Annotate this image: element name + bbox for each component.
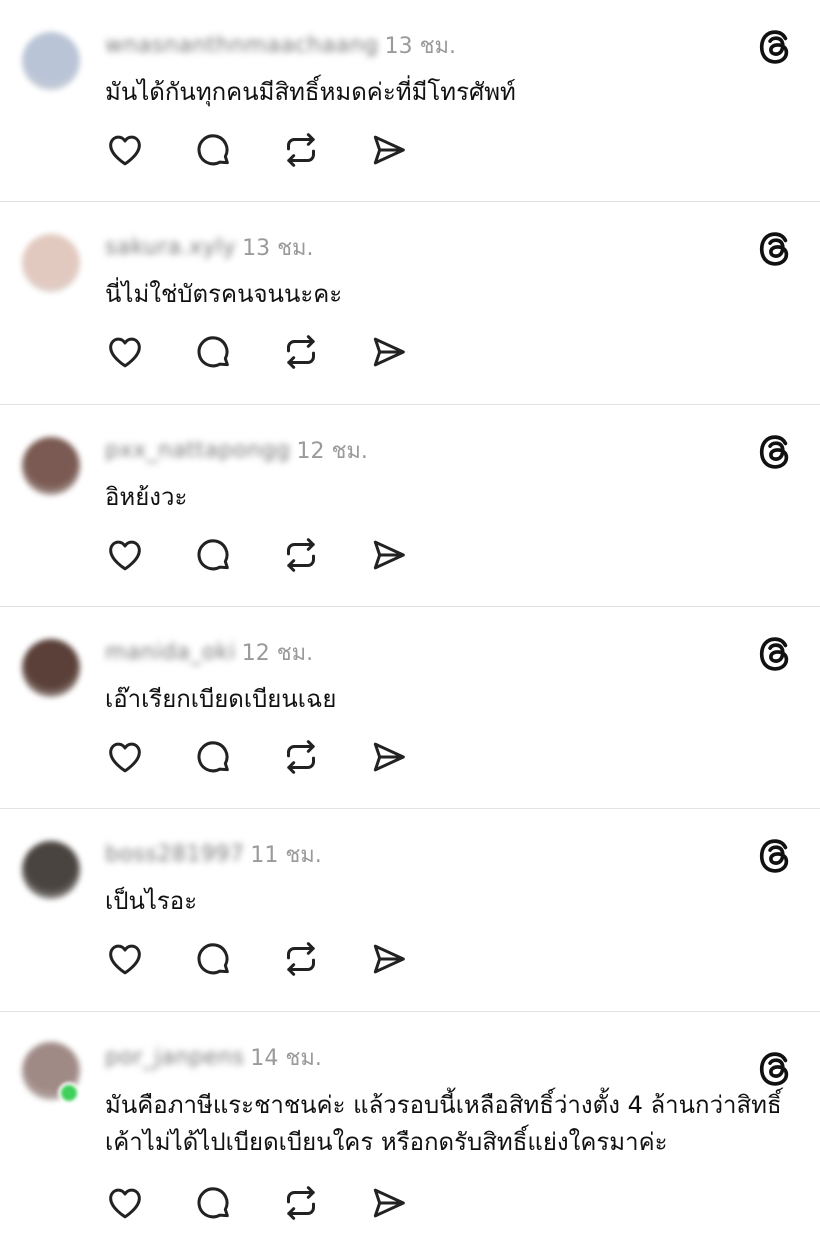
repost-button[interactable] (281, 1183, 321, 1223)
reply-button[interactable] (193, 737, 233, 777)
like-button[interactable] (105, 332, 145, 372)
repost-icon (281, 939, 321, 979)
avatar[interactable] (22, 639, 80, 697)
reply-post: manida_oki 12 ชม. เอ๊าเรียกเบียดเบียนเฉย (0, 607, 820, 809)
threads-icon[interactable] (756, 635, 794, 673)
reply-button[interactable] (193, 130, 233, 170)
heart-icon (105, 737, 145, 777)
reply-post: sakura.xyly 13 ชม. นี่ไม่ใช่บัตรคนจนนะคะ (0, 202, 820, 405)
repost-icon (281, 535, 321, 575)
heart-icon (105, 535, 145, 575)
action-bar (105, 1183, 457, 1223)
reply-text: เป็นไรอะ (105, 887, 198, 915)
send-icon (369, 939, 409, 979)
repost-button[interactable] (281, 737, 321, 777)
reply-post: boss281997 11 ชม. เป็นไรอะ (0, 809, 820, 1012)
heart-icon (105, 130, 145, 170)
comment-bubble-icon (193, 332, 233, 372)
repost-icon (281, 332, 321, 372)
reply-text: เอ๊าเรียกเบียดเบียนเฉย (105, 685, 337, 713)
reply-meta: manida_oki 12 ชม. (105, 637, 313, 667)
threads-icon[interactable] (756, 230, 794, 268)
username[interactable]: manida_oki (105, 640, 236, 665)
reply-post: por_janpens 14 ชม. มันคือภาษีแระชาชนค่ะ แล… (0, 1012, 820, 1238)
timestamp: 13 ชม. (384, 33, 456, 59)
repost-button[interactable] (281, 535, 321, 575)
share-button[interactable] (369, 130, 409, 170)
avatar[interactable] (22, 234, 80, 292)
heart-icon (105, 332, 145, 372)
reply-text: มันคือภาษีแระชาชนค่ะ แล้วรอบนี้เหลือสิทธ… (105, 1091, 782, 1156)
send-icon (369, 737, 409, 777)
like-button[interactable] (105, 535, 145, 575)
timestamp: 14 ชม. (250, 1045, 322, 1071)
replies-feed: wnasnanthnmaachaang 13 ชม. มันได้กันทุกคนม… (0, 0, 820, 1238)
reply-post: pxx_nattapongg 12 ชม. อิหย้งวะ (0, 405, 820, 607)
timestamp: 11 ชม. (250, 842, 322, 868)
reply-button[interactable] (193, 332, 233, 372)
action-bar (105, 737, 457, 777)
like-button[interactable] (105, 1183, 145, 1223)
like-button[interactable] (105, 737, 145, 777)
reply-text: นี่ไม่ใช่บัตรคนจนนะคะ (105, 280, 343, 308)
reply-button[interactable] (193, 535, 233, 575)
repost-button[interactable] (281, 939, 321, 979)
comment-bubble-icon (193, 1183, 233, 1223)
reply-text: อิหย้งวะ (105, 483, 188, 511)
reply-post: wnasnanthnmaachaang 13 ชม. มันได้กันทุกคนม… (0, 0, 820, 202)
send-icon (369, 130, 409, 170)
share-button[interactable] (369, 939, 409, 979)
repost-icon (281, 1183, 321, 1223)
username[interactable]: pxx_nattapongg (105, 438, 290, 463)
timestamp: 12 ชม. (296, 438, 368, 464)
threads-icon[interactable] (756, 837, 794, 875)
avatar[interactable] (22, 437, 80, 495)
reply-text: มันได้กันทุกคนมีสิทธิ์หมดค่ะที่มีโทรศัพท… (105, 78, 516, 106)
heart-icon (105, 1183, 145, 1223)
username[interactable]: boss281997 (105, 842, 244, 867)
heart-icon (105, 939, 145, 979)
action-bar (105, 332, 457, 372)
share-button[interactable] (369, 535, 409, 575)
like-button[interactable] (105, 939, 145, 979)
avatar[interactable] (22, 841, 80, 899)
reply-button[interactable] (193, 1183, 233, 1223)
reply-meta: pxx_nattapongg 12 ชม. (105, 435, 368, 465)
action-bar (105, 130, 457, 170)
like-button[interactable] (105, 130, 145, 170)
repost-icon (281, 130, 321, 170)
threads-icon[interactable] (756, 433, 794, 471)
send-icon (369, 1183, 409, 1223)
share-button[interactable] (369, 1183, 409, 1223)
repost-button[interactable] (281, 130, 321, 170)
comment-bubble-icon (193, 130, 233, 170)
reply-meta: por_janpens 14 ชม. (105, 1042, 322, 1072)
comment-bubble-icon (193, 939, 233, 979)
share-button[interactable] (369, 332, 409, 372)
repost-button[interactable] (281, 332, 321, 372)
comment-bubble-icon (193, 535, 233, 575)
repost-icon (281, 737, 321, 777)
send-icon (369, 332, 409, 372)
threads-icon[interactable] (756, 28, 794, 66)
avatar[interactable] (22, 32, 80, 90)
username[interactable]: por_janpens (105, 1045, 244, 1070)
timestamp: 13 ชม. (242, 235, 314, 261)
reply-meta: sakura.xyly 13 ชม. (105, 232, 314, 262)
action-bar (105, 939, 457, 979)
timestamp: 12 ชม. (241, 640, 314, 666)
action-bar (105, 535, 457, 575)
reply-meta: boss281997 11 ชม. (105, 839, 322, 869)
send-icon (369, 535, 409, 575)
username[interactable]: wnasnanthnmaachaang (105, 33, 379, 58)
share-button[interactable] (369, 737, 409, 777)
reply-button[interactable] (193, 939, 233, 979)
threads-icon[interactable] (756, 1050, 794, 1088)
username[interactable]: sakura.xyly (105, 235, 236, 260)
reply-meta: wnasnanthnmaachaang 13 ชม. (105, 30, 456, 60)
comment-bubble-icon (193, 737, 233, 777)
online-status-dot (58, 1082, 80, 1104)
